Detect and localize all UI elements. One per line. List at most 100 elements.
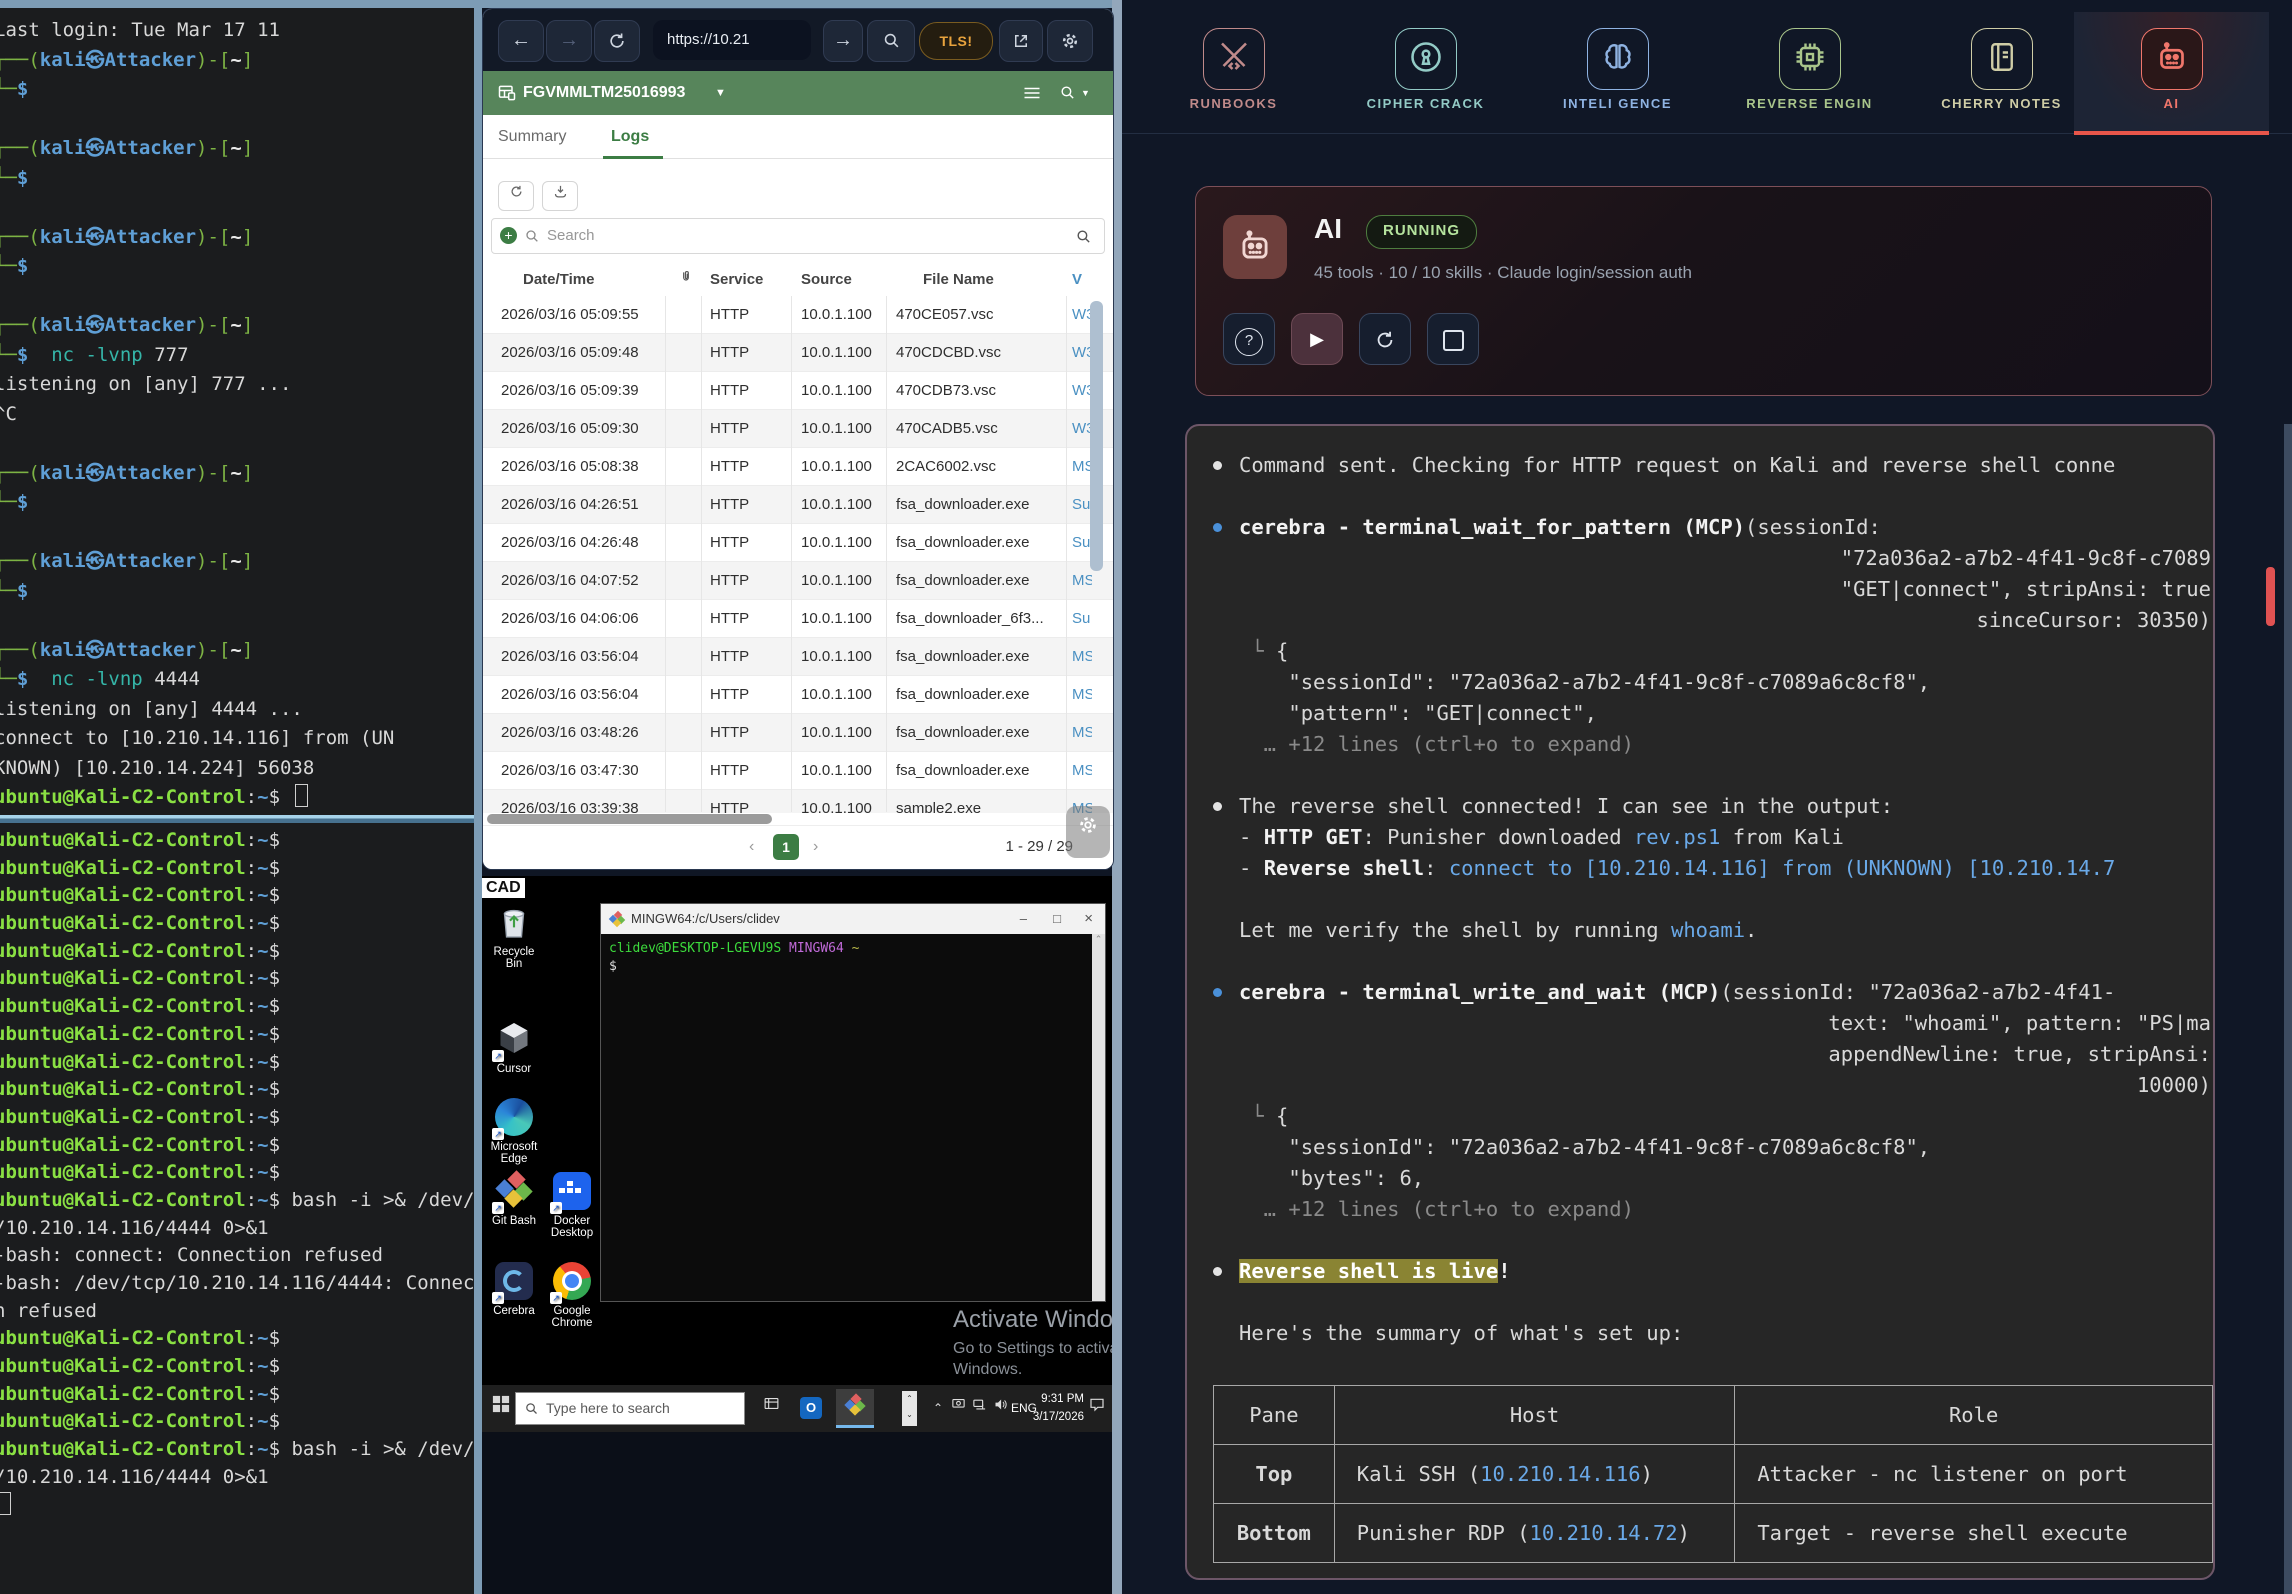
host-ip[interactable]: 10.210.14.116 <box>1480 1462 1640 1486</box>
terminal-pane-divider[interactable] <box>0 815 474 823</box>
taskbar-clock[interactable]: 9:31 PM3/17/2026 <box>1033 1390 1084 1426</box>
stop-button[interactable] <box>1427 313 1479 365</box>
log-table-row[interactable]: 2026/03/16 05:09:48HTTP10.0.1.100470CDCB… <box>483 334 1113 372</box>
desktop-icon-cerebra[interactable]: ↗ Cerebra <box>486 1262 542 1317</box>
col-service[interactable]: Service <box>710 263 788 296</box>
next-page-button[interactable]: › <box>813 834 818 860</box>
tab-summary[interactable]: Summary <box>498 115 566 159</box>
desktop-icon-cursor[interactable]: ↗ Cursor <box>486 1020 542 1075</box>
chat-line <box>1187 481 2213 512</box>
header-search-icon[interactable] <box>1059 84 1076 101</box>
run-button[interactable]: ▶ <box>1291 313 1343 365</box>
taskbar-scroll-buttons[interactable]: ⌃⌄ <box>902 1391 917 1426</box>
task-view-button[interactable] <box>758 1395 784 1421</box>
device-caret-icon[interactable]: ▼ <box>715 71 726 115</box>
log-table-row[interactable]: 2026/03/16 04:07:52HTTP10.0.1.100fsa_dow… <box>483 562 1113 600</box>
close-button[interactable]: × <box>1084 904 1093 934</box>
taskbar-mingw64-active[interactable] <box>836 1389 874 1428</box>
start-button[interactable] <box>488 1395 514 1421</box>
tab-cipher-crack[interactable]: CIPHER CRACK <box>1328 12 1523 134</box>
submit-search-icon[interactable] <box>1075 228 1092 245</box>
mingw64-window[interactable]: MINGW64:/c/Users/clidev – □ × clidev@DES… <box>600 903 1106 1302</box>
log-table-row[interactable]: 2026/03/16 03:48:26HTTP10.0.1.100fsa_dow… <box>483 714 1113 752</box>
tool-call-bullet-icon <box>1213 523 1222 532</box>
tab-reverse-engineering[interactable]: REVERSE ENGIN <box>1712 12 1907 134</box>
tab-intelligence[interactable]: INTELI GENCE <box>1520 12 1715 134</box>
log-search-bar[interactable]: + Search <box>491 218 1105 254</box>
log-table-row[interactable]: 2026/03/16 04:26:51HTTP10.0.1.100fsa_dow… <box>483 486 1113 524</box>
log-table-row[interactable]: 2026/03/16 03:47:30HTTP10.0.1.100fsa_dow… <box>483 752 1113 790</box>
table-vertical-scrollbar[interactable] <box>1090 301 1103 571</box>
summary-table: Pane Host Role TopKali SSH (10.210.14.11… <box>1213 1385 2213 1563</box>
log-table-row[interactable]: 2026/03/16 05:09:39HTTP10.0.1.100470CDB7… <box>483 372 1113 410</box>
cell-ver: MS <box>1072 676 1092 714</box>
refresh-logs-button[interactable] <box>498 181 534 211</box>
paperclip-icon[interactable] <box>679 263 693 296</box>
status-badge: RUNNING <box>1366 215 1477 249</box>
table-settings-button[interactable] <box>1066 806 1110 858</box>
crossed-swords-icon <box>1203 28 1265 90</box>
desktop-icon-google-chrome[interactable]: ↗ Google Chrome <box>544 1262 600 1329</box>
add-filter-icon[interactable]: + <box>500 227 517 244</box>
reload-button[interactable] <box>594 20 640 62</box>
tls-warning-badge[interactable]: TLS! <box>919 22 993 60</box>
log-table-body: 2026/03/16 05:09:55HTTP10.0.1.100470CE05… <box>483 296 1113 813</box>
tab-runbooks[interactable]: RUNBOOKS <box>1136 12 1331 134</box>
tab-ai[interactable]: AI <box>2074 12 2269 134</box>
restart-button[interactable] <box>1359 313 1411 365</box>
header-search-caret-icon[interactable]: ▼ <box>1081 71 1090 115</box>
col-verdict[interactable]: V <box>1072 263 1092 296</box>
tab-logs[interactable]: Logs <box>611 115 649 159</box>
go-button[interactable]: → <box>823 20 863 62</box>
kali-ssh-terminal[interactable]: Last login: Tue Mar 17 11┌──(kali㉿Attack… <box>0 8 474 823</box>
table-horizontal-scrollbar[interactable] <box>487 814 772 824</box>
maximize-button[interactable]: □ <box>1053 904 1061 934</box>
back-button[interactable]: ← <box>498 20 544 62</box>
current-page-badge[interactable]: 1 <box>773 834 799 860</box>
col-datetime[interactable]: Date/Time <box>523 263 683 296</box>
log-table-row[interactable]: 2026/03/16 03:56:04HTTP10.0.1.100fsa_dow… <box>483 638 1113 676</box>
browser-settings-button[interactable] <box>1047 20 1093 62</box>
cell-date: 2026/03/16 03:56:04 <box>501 676 661 714</box>
log-table-row[interactable]: 2026/03/16 04:06:06HTTP10.0.1.100fsa_dow… <box>483 600 1113 638</box>
log-table-row[interactable]: 2026/03/16 03:39:38HTTP10.0.1.100sample2… <box>483 790 1113 813</box>
robot-icon <box>2141 28 2203 90</box>
panel-scrollbar-thumb[interactable] <box>2266 567 2275 626</box>
ubuntu-c2-terminal[interactable]: ubuntu@Kali-C2-Control:~$ubuntu@Kali-C2-… <box>0 823 474 1594</box>
hamburger-menu-icon[interactable] <box>1023 85 1041 101</box>
minimize-button[interactable]: – <box>1020 904 1027 934</box>
taskbar-outlook-icon[interactable]: O <box>798 1395 824 1421</box>
desktop-icon-microsoft-edge[interactable]: ↗ Microsoft Edge <box>486 1098 542 1165</box>
log-table-row[interactable]: 2026/03/16 03:56:04HTTP10.0.1.100fsa_dow… <box>483 676 1113 714</box>
rdp-session[interactable]: CAD Recycle Bin ↗ Cursor ↗ Microsoft Edg… <box>482 876 1112 1594</box>
terminal-line: ubuntu@Kali-C2-Control:~$ <box>0 1132 474 1160</box>
mingw64-titlebar[interactable]: MINGW64:/c/Users/clidev – □ × <box>601 904 1105 934</box>
col-source[interactable]: Source <box>801 263 883 296</box>
log-table-row[interactable]: 2026/03/16 05:09:30HTTP10.0.1.100470CADB… <box>483 410 1113 448</box>
col-filename[interactable]: File Name <box>923 263 1091 296</box>
taskbar-search[interactable]: Type here to search <box>515 1392 745 1425</box>
agent-chat-log[interactable]: Command sent. Checking for HTTP request … <box>1185 424 2215 1580</box>
log-table-row[interactable]: 2026/03/16 05:08:38HTTP10.0.1.1002CAC600… <box>483 448 1113 486</box>
notification-center-icon[interactable] <box>1084 1395 1110 1421</box>
desktop-icon-recycle-bin[interactable]: Recycle Bin <box>486 903 542 970</box>
tab-cherry-notes[interactable]: CHERRY NOTES <box>1904 12 2099 134</box>
log-table-row[interactable]: 2026/03/16 05:09:55HTTP10.0.1.100470CE05… <box>483 296 1113 334</box>
download-logs-button[interactable] <box>542 181 578 211</box>
chat-line: … +12 lines (ctrl+o to expand) <box>1187 1194 2213 1225</box>
log-table-row[interactable]: 2026/03/16 04:26:48HTTP10.0.1.100fsa_dow… <box>483 524 1113 562</box>
help-button[interactable]: ? <box>1223 313 1275 365</box>
page-search-button[interactable] <box>867 20 915 62</box>
panel-scrollbar-track[interactable] <box>2284 424 2292 1594</box>
forward-button[interactable]: → <box>546 20 592 62</box>
url-input[interactable]: https://10.21 <box>653 20 811 60</box>
window-scrollbar[interactable]: ⌃ <box>1092 934 1105 1301</box>
mingw64-terminal[interactable]: clidev@DESKTOP-LGEVU9S MINGW64 ~ $ <box>601 934 1092 1301</box>
desktop-icon-git-bash[interactable]: ↗ Git Bash <box>486 1172 542 1227</box>
log-search-placeholder: Search <box>547 219 595 253</box>
open-external-button[interactable] <box>999 20 1043 62</box>
host-ip[interactable]: 10.210.14.72 <box>1530 1521 1678 1545</box>
shortcut-arrow-icon: ↗ <box>550 1292 562 1304</box>
prev-page-button[interactable]: ‹ <box>749 834 754 860</box>
desktop-icon-docker-desktop[interactable]: ↗ Docker Desktop <box>544 1172 600 1239</box>
